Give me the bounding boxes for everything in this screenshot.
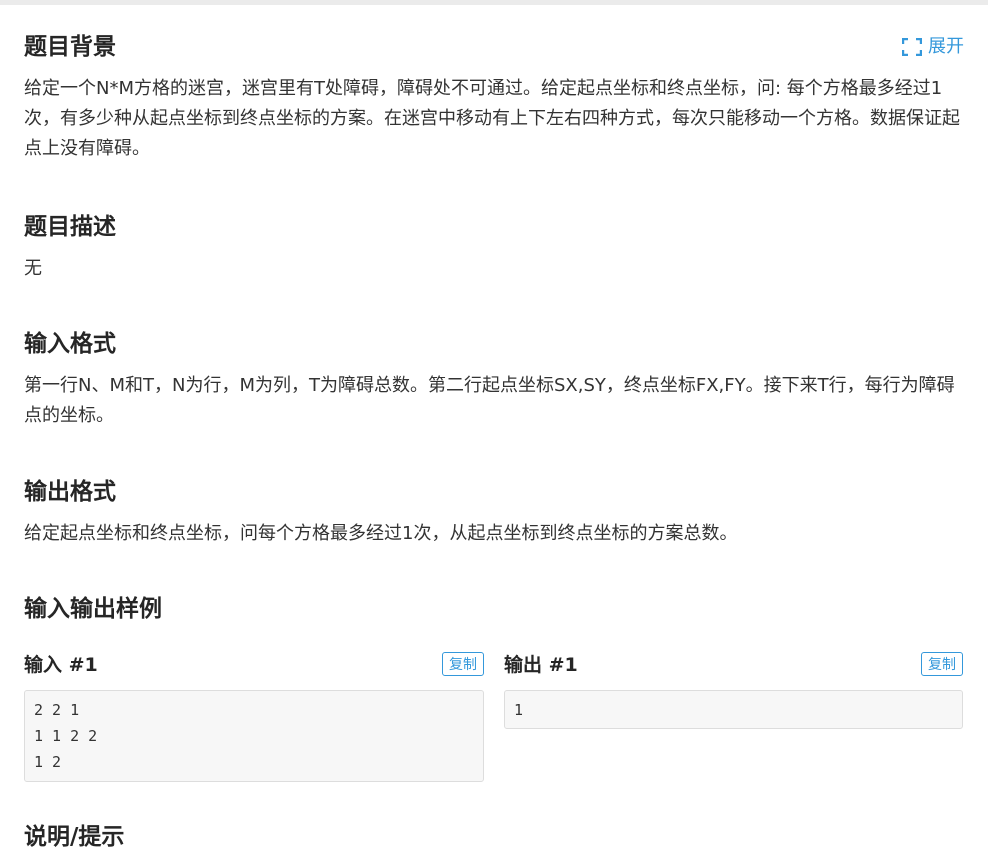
- sample-input-code[interactable]: 2 2 1 1 1 2 2 1 2: [24, 690, 484, 782]
- sample-input-header: 输入 #1 复制: [24, 650, 484, 680]
- copy-input-button[interactable]: 复制: [442, 652, 484, 676]
- section-background: 题目背景 展开 给定一个N*M方格的迷宫，迷宫里有T处障碍，障碍处不可通过。给定…: [24, 30, 964, 164]
- section-title-output-format: 输出格式: [24, 479, 116, 505]
- section-body-input-format: 第一行N、M和T，N为行，M为列，T为障碍总数。第二行起点坐标SX,SY，终点坐…: [24, 375, 955, 426]
- copy-output-button[interactable]: 复制: [921, 652, 963, 676]
- section-title-hint: 说明/提示: [24, 824, 125, 850]
- sample-output-title: 输出 #1: [504, 654, 578, 676]
- expand-label: 展开: [928, 36, 964, 57]
- section-samples: 输入输出样例: [24, 592, 964, 626]
- section-input-format: 输入格式 第一行N、M和T，N为行，M为列，T为障碍总数。第二行起点坐标SX,S…: [24, 327, 964, 431]
- section-body-output-format: 给定起点坐标和终点坐标，问每个方格最多经过1次，从起点坐标到终点坐标的方案总数。: [24, 523, 738, 544]
- section-description: 题目描述 无: [24, 210, 964, 284]
- sample-input-title: 输入 #1: [24, 654, 98, 676]
- section-title-background: 题目背景: [24, 34, 116, 60]
- section-output-format: 输出格式 给定起点坐标和终点坐标，问每个方格最多经过1次，从起点坐标到终点坐标的…: [24, 475, 964, 549]
- sample-input: 输入 #1 复制 2 2 1 1 1 2 2 1 2: [24, 650, 484, 782]
- sample-output-header: 输出 #1 复制: [504, 650, 963, 680]
- top-bar: [0, 0, 988, 5]
- section-title-description: 题目描述: [24, 214, 116, 240]
- section-title-samples: 输入输出样例: [24, 596, 162, 622]
- samples-container: 输入 #1 复制 2 2 1 1 1 2 2 1 2 输出 #1 复制 1: [24, 650, 964, 790]
- section-body-background: 给定一个N*M方格的迷宫，迷宫里有T处障碍，障碍处不可通过。给定起点坐标和终点坐…: [24, 78, 960, 159]
- sample-output: 输出 #1 复制 1: [504, 650, 963, 729]
- section-title-input-format: 输入格式: [24, 331, 116, 357]
- sample-output-code[interactable]: 1: [504, 690, 963, 729]
- expand-button[interactable]: 展开: [902, 33, 964, 61]
- expand-icon: [902, 38, 922, 56]
- section-body-description: 无: [24, 258, 42, 279]
- section-hint: 说明/提示: [24, 820, 964, 854]
